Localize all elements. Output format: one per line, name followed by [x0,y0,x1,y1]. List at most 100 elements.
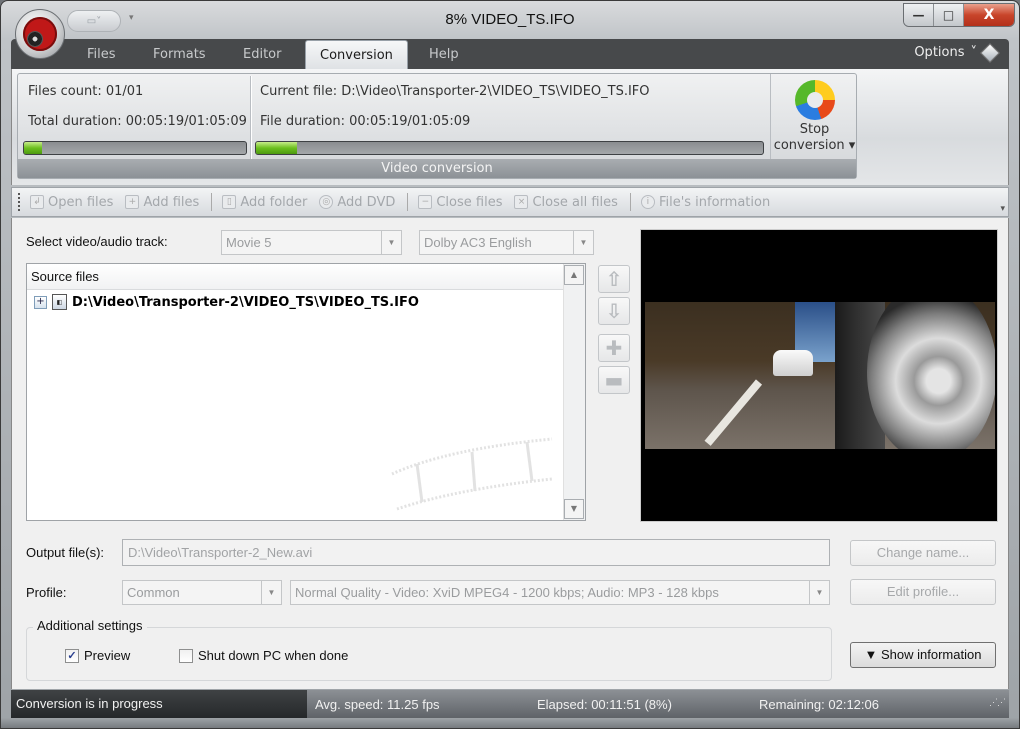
ifo-file-icon: ◧ [52,294,67,310]
video-preview [640,229,998,522]
stop-label-line1: Stop [799,122,830,137]
conversion-stats: Avg. speed: 11.25 fps Elapsed: 00:11:51 … [307,690,1009,718]
profile-preset-select[interactable]: Normal Quality - Video: XviD MPEG4 - 120… [290,580,830,605]
add-files-button[interactable]: + Add files [125,195,199,210]
close-all-files-icon: × [514,195,529,209]
total-duration: Total duration: 00:05:19/01:05:09 [28,114,247,129]
tab-editor[interactable]: Editor [229,40,295,69]
status-bar: Conversion is in progress Avg. speed: 11… [11,690,1009,718]
film-reel-logo-icon [23,17,57,51]
checkbox-unchecked-icon[interactable] [179,648,193,663]
open-files-button[interactable]: ↲ Open files [30,195,113,210]
shutdown-checkbox[interactable]: Shut down PC when done [179,648,348,663]
help-icon[interactable] [980,42,1000,63]
add-folder-label: Add folder [240,194,308,210]
audio-track-value: Dolby AC3 English [424,235,532,250]
toolbar-overflow-button[interactable]: ▾ [1000,204,1005,214]
additional-settings-title: Additional settings [33,618,147,633]
chevron-down-icon: ▼ [573,231,593,254]
tab-conversion[interactable]: Conversion [305,40,408,69]
video-conversion-group: Files count: 01/01 Total duration: 00:05… [17,73,857,179]
remove-button[interactable]: ▬ [598,366,630,394]
add-dvd-icon: ◎ [319,195,334,209]
video-track-value: Movie 5 [226,235,272,250]
maximize-button[interactable]: □ [934,4,964,26]
filmstrip-watermark-icon [391,437,553,511]
file-duration: File duration: 00:05:19/01:05:09 [260,114,471,129]
toolbar-separator [211,193,213,211]
window-title: 8% VIDEO_TS.IFO [445,11,575,28]
window-controls: — □ X [903,3,1015,27]
source-file-path: D:\Video\Transporter-2\VIDEO_TS\VIDEO_TS… [72,294,419,310]
preview-label: Preview [84,648,131,663]
profile-label: Profile: [26,585,67,600]
move-up-button[interactable]: ⇧ [598,265,630,293]
group-separator [250,76,251,160]
up-arrow-icon: ⇧ [605,267,623,291]
chevron-down-icon: ▼ [261,581,281,604]
add-folder-button[interactable]: ▯ Add folder [222,195,307,210]
profile-preset-value: Normal Quality - Video: XviD MPEG4 - 120… [295,585,719,600]
video-track-select[interactable]: Movie 5 ▼ [221,230,402,255]
add-button[interactable]: ✚ [598,334,630,362]
add-dvd-button[interactable]: ◎ Add DVD [319,195,395,210]
conversion-swirl-icon [794,80,835,120]
toolbar-grip[interactable] [18,193,22,211]
open-files-icon: ↲ [30,195,44,209]
file-progress-bar [255,141,764,155]
close-files-icon: − [418,195,433,209]
stop-conversion-button[interactable]: Stop conversion ▾ [770,74,858,161]
checkbox-checked-icon[interactable]: ✓ [65,648,79,663]
track-label: Select video/audio track: [26,234,168,249]
source-files-header: Source files [27,264,585,290]
profile-category-select[interactable]: Common ▼ [122,580,282,605]
resize-grip-icon[interactable]: ⋰⋰ [989,697,1006,714]
audio-track-select[interactable]: Dolby AC3 English ▼ [419,230,594,255]
output-file-field[interactable]: D:\Video\Transporter-2_New.avi [122,539,830,566]
output-label: Output file(s): [26,545,105,560]
group-label: Video conversion [18,159,856,178]
options-menu[interactable]: Options ˅ [914,42,1000,63]
total-progress-bar [23,141,247,155]
close-all-files-button[interactable]: × Close all files [514,195,618,210]
show-information-button[interactable]: ▼ Show information [850,642,996,668]
source-list-scrollbar[interactable]: ▲ ▼ [563,264,585,520]
conversion-status: Conversion is in progress [11,690,307,718]
remaining-time: Remaining: 02:12:06 [759,697,879,712]
close-button[interactable]: X [964,4,1014,26]
toolbar-separator [629,193,631,211]
move-down-button[interactable]: ⇩ [598,297,630,325]
file-progress-fill [256,142,297,154]
add-files-label: Add files [143,194,200,210]
scroll-up-button[interactable]: ▲ [564,265,584,285]
main-content: Select video/audio track: Movie 5 ▼ Dolb… [11,218,1009,689]
source-files-list[interactable]: Source files + ◧ D:\Video\Transporter-2\… [26,263,586,521]
expand-icon[interactable]: + [34,295,47,309]
window-bottom-frame [1,718,1019,728]
change-name-button[interactable]: Change name... [850,540,996,566]
tab-help[interactable]: Help [415,40,473,69]
files-information-label: File's information [658,194,771,210]
add-folder-icon: ▯ [222,195,237,209]
tab-formats[interactable]: Formats [139,40,220,69]
edit-profile-button[interactable]: Edit profile... [850,579,996,605]
tab-files[interactable]: Files [73,40,130,69]
open-files-label: Open files [48,194,114,210]
title-bar: ▭˅ ▾ 8% VIDEO_TS.IFO — □ X [1,1,1019,59]
total-progress-fill [24,142,42,154]
list-item[interactable]: + ◧ D:\Video\Transporter-2\VIDEO_TS\VIDE… [34,294,419,310]
app-menu-button[interactable] [15,9,65,59]
shutdown-label: Shut down PC when done [198,648,349,663]
toolbar-separator [407,193,409,211]
minimize-button[interactable]: — [904,4,934,26]
minus-icon: ▬ [604,368,624,392]
avg-speed: Avg. speed: 11.25 fps [315,697,440,712]
preview-checkbox[interactable]: ✓ Preview [65,648,130,663]
scroll-down-button[interactable]: ▼ [564,499,584,519]
additional-settings-group: Additional settings ✓ Preview Shut down … [26,618,832,681]
chevron-down-icon: ˅ [970,45,978,60]
app-window: ▭˅ ▾ 8% VIDEO_TS.IFO — □ X Files Formats… [0,0,1020,729]
close-files-button[interactable]: − Close files [418,195,502,210]
preview-frame-image [645,302,995,449]
files-information-button[interactable]: i File's information [640,194,771,210]
